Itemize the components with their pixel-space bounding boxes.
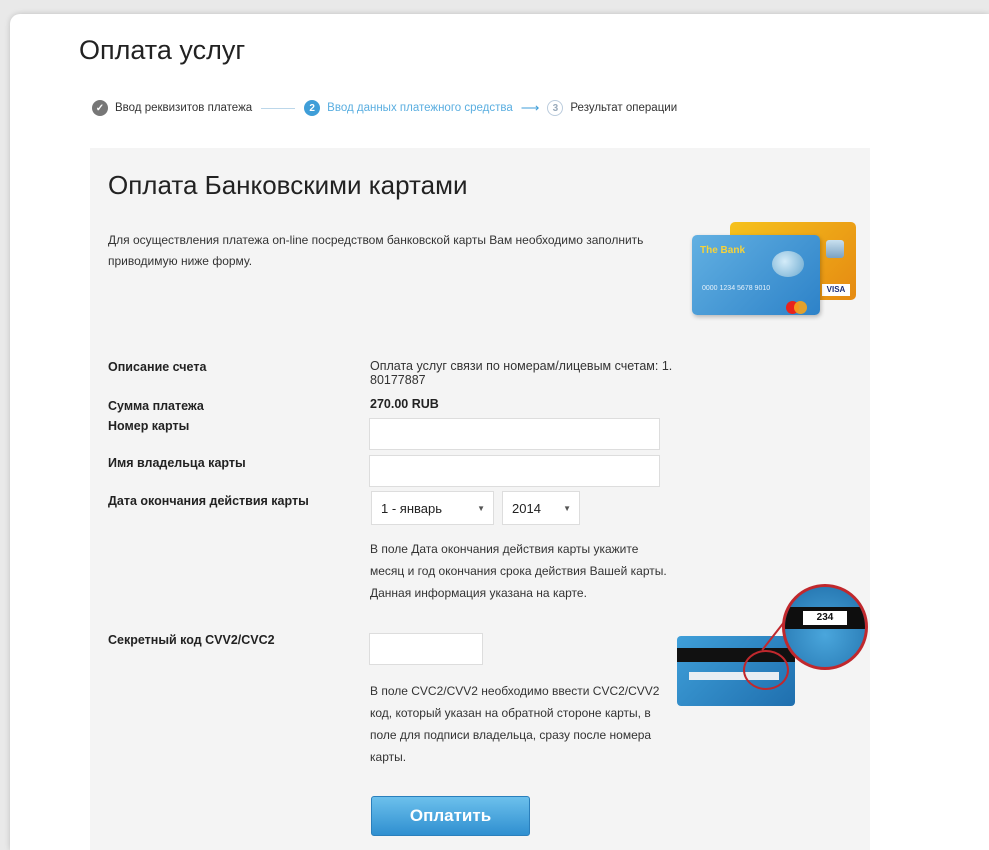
page-title: Оплата услуг <box>79 35 246 65</box>
card-number-input[interactable] <box>369 418 660 450</box>
expiry-month-value: 1 - январь <box>381 500 442 516</box>
description-value: Оплата услуг связи по номерам/лицевым сч… <box>370 359 673 387</box>
amount-label: Сумма платежа <box>108 399 204 413</box>
check-icon: ✓ <box>92 100 108 116</box>
step-2-number: 2 <box>304 100 321 116</box>
globe-icon <box>772 251 804 277</box>
cvv-magnifier: 234 <box>782 584 868 670</box>
bank-cards-image: VISA The Bank 0000 1234 5678 9010 <box>692 220 862 320</box>
card-bank-name: The Bank <box>700 245 746 256</box>
description-label: Описание счета <box>108 360 207 374</box>
chevron-down-icon: ▼ <box>477 503 485 513</box>
payment-heading: Оплата Банковскими картами <box>108 170 468 200</box>
step-3-label: Результат операции <box>570 102 678 114</box>
visa-logo: VISA <box>822 284 850 296</box>
pay-button[interactable]: Оплатить <box>371 796 530 836</box>
step-3-number: 3 <box>547 100 564 116</box>
chevron-down-icon: ▼ <box>563 503 571 513</box>
card-number-sample: 0000 1234 5678 9010 <box>702 285 771 292</box>
cvv-label: Секретный код CVV2/CVC2 <box>108 633 275 647</box>
step-connector <box>261 107 296 109</box>
cvv-note: В поле CVC2/CVV2 необходимо ввести CVC2/… <box>370 684 660 764</box>
step-1-label: Ввод реквизитов платежа <box>115 102 253 114</box>
expiry-month-select[interactable]: 1 - январь ▼ <box>371 491 494 525</box>
amount-value: 270.00 RUB <box>370 397 439 411</box>
payment-intro: Для осуществления платежа on-line посред… <box>108 233 644 268</box>
card-number-label: Номер карты <box>108 419 190 433</box>
card-chip-icon <box>826 240 844 258</box>
arrow-right-icon: ⟶ <box>520 100 540 115</box>
mastercard-logo <box>786 301 808 314</box>
cvv-input[interactable] <box>369 633 483 665</box>
expiry-year-value: 2014 <box>512 500 541 516</box>
blue-card: The Bank 0000 1234 5678 9010 <box>692 235 820 315</box>
cardholder-input[interactable] <box>369 455 660 487</box>
step-2-label: Ввод данных платежного средства <box>327 102 513 114</box>
cvv-sample-code: 234 <box>803 611 847 625</box>
expiry-label: Дата окончания действия карты <box>108 494 309 508</box>
expiry-year-select[interactable]: 2014 ▼ <box>502 491 580 525</box>
progress-steps: ✓ Ввод реквизитов платежа 2 Ввод данных … <box>92 98 677 118</box>
cvv-highlight-circle <box>743 650 789 690</box>
expiry-note: В поле Дата окончания действия карты ука… <box>370 542 667 600</box>
cardholder-label: Имя владельца карты <box>108 456 246 470</box>
